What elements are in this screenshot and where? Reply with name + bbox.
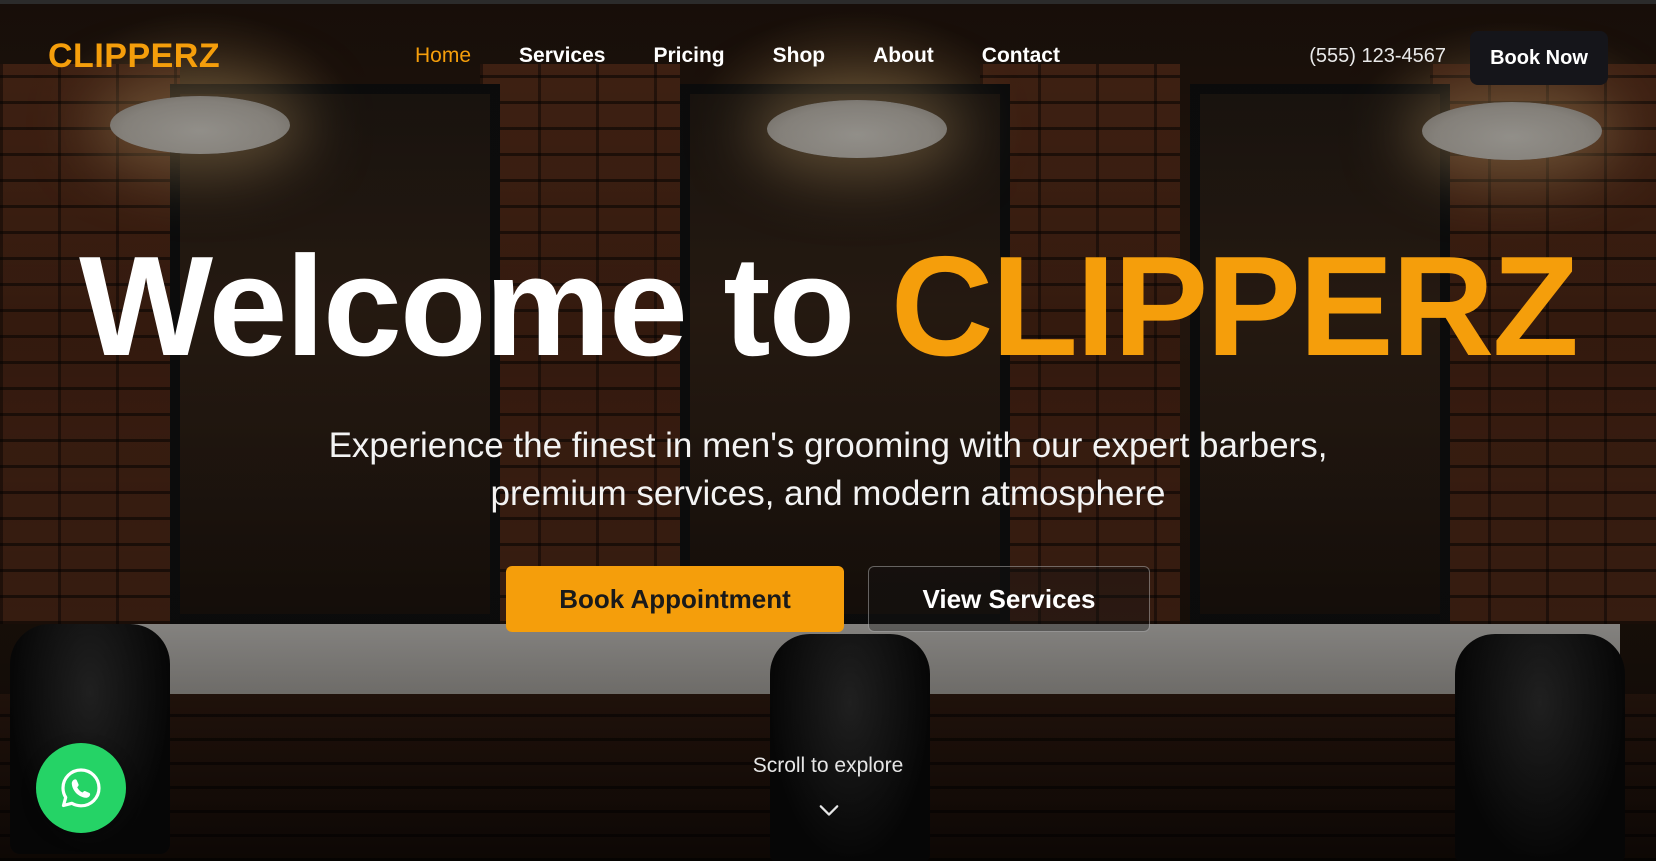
brand-logo[interactable]: CLIPPERZ [48, 37, 220, 76]
hero-title-prefix: Welcome to [79, 227, 855, 386]
book-now-button[interactable]: Book Now [1470, 31, 1608, 85]
hero-title-brand: CLIPPERZ [890, 227, 1579, 386]
main-menu: Home Services Pricing Shop About Contact [415, 44, 1108, 68]
nav-link-contact[interactable]: Contact [982, 44, 1060, 68]
book-appointment-button[interactable]: Book Appointment [506, 566, 844, 632]
chevron-down-icon[interactable] [818, 799, 840, 821]
scroll-hint-text: Scroll to explore [752, 754, 904, 777]
phone-number-link[interactable]: (555) 123-4567 [1309, 45, 1446, 68]
hero-title: Welcome to CLIPPERZ [0, 236, 1656, 378]
nav-link-shop[interactable]: Shop [773, 44, 826, 68]
whatsapp-icon [61, 768, 101, 808]
view-services-button[interactable]: View Services [868, 566, 1150, 632]
hero-subtitle: Experience the finest in men's grooming … [0, 422, 1656, 518]
whatsapp-chat-button[interactable] [36, 743, 126, 833]
hero-subtitle-line-1: Experience the finest in men's grooming … [328, 426, 1328, 465]
top-navigation: CLIPPERZ Home Services Pricing Shop Abou… [0, 4, 1656, 104]
nav-link-about[interactable]: About [873, 44, 934, 68]
page: CLIPPERZ Home Services Pricing Shop Abou… [0, 0, 1656, 861]
nav-link-services[interactable]: Services [519, 44, 605, 68]
nav-link-home[interactable]: Home [415, 44, 471, 68]
nav-link-pricing[interactable]: Pricing [653, 44, 724, 68]
hero-subtitle-line-2: premium services, and modern atmosphere [490, 474, 1166, 513]
